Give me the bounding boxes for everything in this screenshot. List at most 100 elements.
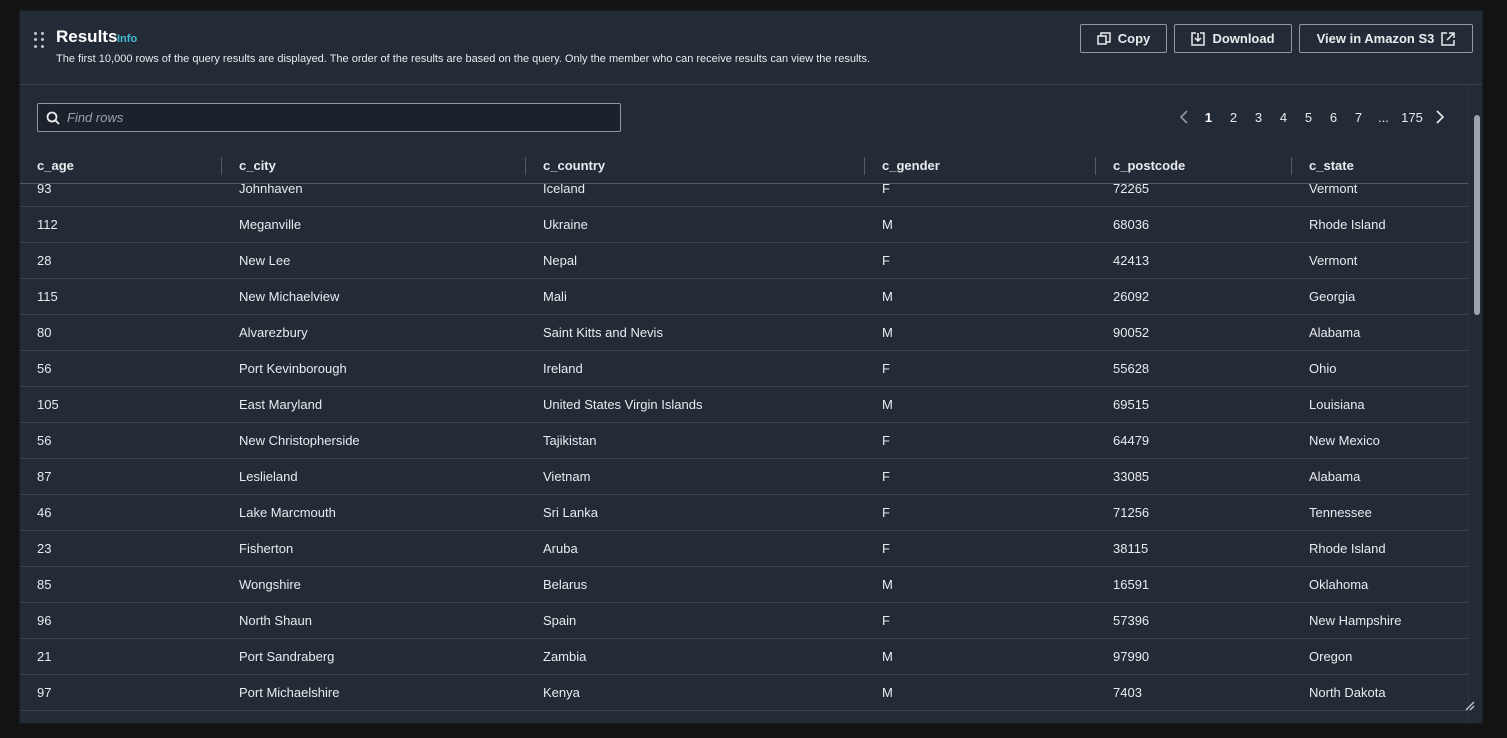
- drag-handle-icon[interactable]: [34, 32, 46, 48]
- table-cell-c_gender: F: [865, 422, 1096, 459]
- results-table: c_age c_city c_country c_gender c_postco…: [20, 149, 1468, 711]
- table-cell-c_country: Vietnam: [526, 458, 865, 495]
- table-cell-c_age: 28: [20, 242, 222, 279]
- table-cell-c_postcode: 57396: [1096, 602, 1292, 639]
- table-cell-c_state: Vermont: [1292, 183, 1468, 207]
- table-cell-c_state: Tennessee: [1292, 494, 1468, 531]
- table-cell-c_country: United States Virgin Islands: [526, 386, 865, 423]
- table-cell-c_country: Iceland: [526, 183, 865, 207]
- table-cell-c_postcode: 72265: [1096, 183, 1292, 207]
- scrollbar-thumb[interactable]: [1474, 115, 1480, 315]
- column-header[interactable]: c_city: [222, 149, 526, 184]
- column-header-label: c_age: [37, 158, 74, 174]
- table-cell-c_city: North Shaun: [222, 602, 526, 639]
- table-cell-c_city: Alvarezbury: [222, 314, 526, 351]
- table-body: 93 Johnhaven Iceland F 72265 Vermont 112 Meganv…: [20, 183, 1468, 711]
- search-icon: [46, 111, 60, 125]
- page-button[interactable]: 3: [1246, 110, 1271, 125]
- page-button[interactable]: 7: [1346, 110, 1371, 125]
- table-cell-c_country: Kenya: [526, 674, 865, 711]
- table-row: 105 East Maryland United States Virgin Isl…: [20, 386, 1468, 423]
- table-cell-c_age: 97: [20, 674, 222, 711]
- page-button-last[interactable]: 175: [1396, 110, 1428, 125]
- resize-handle-icon[interactable]: [1463, 699, 1475, 711]
- copy-button-label: Copy: [1117, 31, 1151, 46]
- table-cell-c_postcode: 71256: [1096, 494, 1292, 531]
- info-link[interactable]: Info: [117, 33, 137, 45]
- table-cell-c_country: Ireland: [526, 350, 865, 387]
- download-button[interactable]: Download: [1174, 24, 1292, 53]
- table-cell-c_state: Alabama: [1292, 458, 1468, 495]
- column-header[interactable]: c_gender: [865, 149, 1096, 184]
- table-cell-c_city: East Maryland: [222, 386, 526, 423]
- table-cell-c_postcode: 33085: [1096, 458, 1292, 495]
- table-cell-c_country: Mali: [526, 278, 865, 315]
- page-button-current[interactable]: 1: [1196, 110, 1221, 125]
- table-cell-c_gender: F: [865, 242, 1096, 279]
- vertical-scrollbar[interactable]: [1468, 85, 1482, 723]
- table-row: 56 Port Kevinborough Ireland F 55628 Ohio: [20, 350, 1468, 387]
- table-cell-c_city: Meganville: [222, 206, 526, 243]
- copy-icon: [1097, 31, 1111, 45]
- table-row: 80 Alvarezbury Saint Kitts and Nevis M 90052…: [20, 314, 1468, 351]
- table-cell-c_age: 96: [20, 602, 222, 639]
- column-header-label: c_gender: [882, 158, 940, 174]
- table-cell-c_country: Spain: [526, 602, 865, 639]
- results-toolbar: 1 2 3 4 5 6 7 ... 175: [20, 85, 1468, 149]
- table-cell-c_postcode: 64479: [1096, 422, 1292, 459]
- results-panel: Results Info The first 10,000 rows of th…: [19, 10, 1483, 724]
- column-header[interactable]: c_state: [1292, 149, 1468, 184]
- table-cell-c_city: Port Kevinborough: [222, 350, 526, 387]
- table-cell-c_city: Lake Marcmouth: [222, 494, 526, 531]
- chevron-right-icon: [1436, 110, 1445, 124]
- page-button[interactable]: 4: [1271, 110, 1296, 125]
- table-cell-c_age: 85: [20, 566, 222, 603]
- table-cell-c_state: Ohio: [1292, 350, 1468, 387]
- table-cell-c_city: Wongshire: [222, 566, 526, 603]
- table-cell-c_city: Leslieland: [222, 458, 526, 495]
- table-cell-c_state: Oregon: [1292, 638, 1468, 675]
- next-page-button[interactable]: [1428, 107, 1452, 127]
- view-in-s3-button[interactable]: View in Amazon S3: [1299, 24, 1473, 53]
- page-title: Results: [56, 27, 118, 46]
- page-button[interactable]: 6: [1321, 110, 1346, 125]
- page-button[interactable]: 2: [1221, 110, 1246, 125]
- previous-page-button[interactable]: [1172, 107, 1196, 127]
- table-row: 97 Port Michaelshire Kenya M 7403 North Dakot…: [20, 674, 1468, 711]
- table-cell-c_age: 80: [20, 314, 222, 351]
- table-cell-c_city: Port Michaelshire: [222, 674, 526, 711]
- table-cell-c_gender: F: [865, 602, 1096, 639]
- table-cell-c_city: Fisherton: [222, 530, 526, 567]
- column-header[interactable]: c_postcode: [1096, 149, 1292, 184]
- table-cell-c_postcode: 55628: [1096, 350, 1292, 387]
- table-row: 93 Johnhaven Iceland F 72265 Vermont: [20, 183, 1468, 207]
- view-in-s3-button-label: View in Amazon S3: [1316, 31, 1435, 46]
- results-description: The first 10,000 rows of the query resul…: [56, 53, 870, 65]
- copy-button[interactable]: Copy: [1080, 24, 1167, 53]
- table-cell-c_age: 105: [20, 386, 222, 423]
- table-cell-c_gender: F: [865, 530, 1096, 567]
- column-header[interactable]: c_country: [526, 149, 865, 184]
- results-header: Results Info The first 10,000 rows of th…: [20, 11, 1482, 85]
- table-cell-c_gender: F: [865, 458, 1096, 495]
- table-row: 112 Meganville Ukraine M 68036 Rhode Island: [20, 206, 1468, 243]
- table-cell-c_postcode: 38115: [1096, 530, 1292, 567]
- find-rows-input[interactable]: [67, 110, 607, 125]
- page-button[interactable]: 5: [1296, 110, 1321, 125]
- download-button-label: Download: [1212, 31, 1275, 46]
- table-cell-c_country: Nepal: [526, 242, 865, 279]
- table-cell-c_gender: M: [865, 278, 1096, 315]
- table-row: 56 New Christopherside Tajikistan F 64479 New…: [20, 422, 1468, 459]
- column-header[interactable]: c_age: [20, 149, 222, 184]
- table-cell-c_country: Saint Kitts and Nevis: [526, 314, 865, 351]
- table-cell-c_gender: F: [865, 183, 1096, 207]
- table-cell-c_postcode: 7403: [1096, 674, 1292, 711]
- table-cell-c_state: Georgia: [1292, 278, 1468, 315]
- table-cell-c_age: 23: [20, 530, 222, 567]
- search-box: [37, 103, 621, 132]
- table-cell-c_postcode: 69515: [1096, 386, 1292, 423]
- table-cell-c_age: 112: [20, 206, 222, 243]
- pagination-ellipsis: ...: [1378, 109, 1389, 125]
- table-cell-c_age: 46: [20, 494, 222, 531]
- table-cell-c_postcode: 16591: [1096, 566, 1292, 603]
